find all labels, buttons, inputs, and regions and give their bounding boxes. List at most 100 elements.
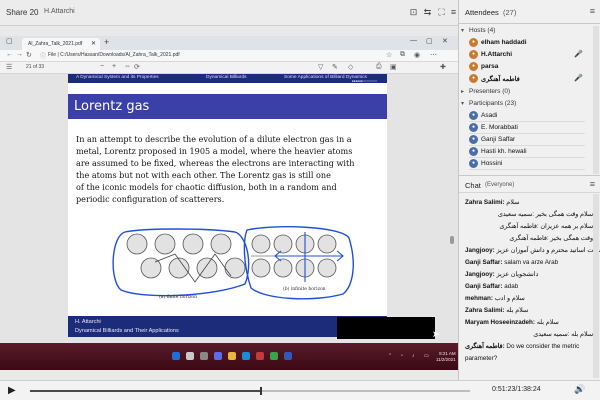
participants-section[interactable]: ▾ Participants (23) bbox=[461, 100, 589, 110]
participant-item[interactable]: ● Hossini bbox=[469, 159, 585, 170]
caption-infinite: (b) infinite horizon bbox=[283, 285, 326, 292]
page-indicator[interactable]: 21 of 33 bbox=[26, 64, 44, 70]
zoom-out-icon[interactable]: − bbox=[100, 63, 104, 70]
erase-icon[interactable]: ◇ bbox=[348, 63, 353, 71]
new-tab-icon[interactable]: + bbox=[104, 37, 109, 47]
task-view-icon[interactable] bbox=[200, 352, 208, 360]
clock-time: 8:21 AM bbox=[439, 351, 456, 356]
zoom-in-icon[interactable]: + bbox=[112, 63, 116, 70]
chat-message: Jangjooy: سلام خدمت اساتید محترم و دانش … bbox=[465, 247, 600, 254]
chat-message: Jangjooy: دانشجویان عزیز bbox=[465, 271, 593, 278]
profile-icon[interactable]: ◉ bbox=[414, 51, 420, 59]
chat-message: وقت همگی بخیر :فاطمه آهنگری bbox=[465, 235, 593, 242]
highlight-icon[interactable]: ✎ bbox=[332, 63, 338, 71]
print-icon[interactable]: ⎙ bbox=[376, 63, 382, 71]
toc-icon[interactable]: ☰ bbox=[6, 63, 12, 71]
seek-handle[interactable] bbox=[260, 387, 263, 395]
taskbar-clock[interactable]: 8:21 AM 11/2/2021 bbox=[436, 351, 456, 363]
sync-icon[interactable]: ⇆ bbox=[422, 7, 433, 17]
chat-text: سلام وقت همگی بخیر :سمیه سعیدی bbox=[497, 211, 593, 218]
nav-section-2[interactable]: Dynamical Billiards bbox=[206, 75, 247, 80]
wifi-icon[interactable]: ◔ bbox=[400, 353, 403, 359]
fit-page-icon[interactable]: ⇔ bbox=[124, 63, 131, 70]
fit-screen-icon[interactable]: ⊡ bbox=[408, 7, 419, 17]
slide-nav-header: A Dynamical System and its Properties Dy… bbox=[68, 74, 387, 83]
favorite-icon[interactable]: ☆ bbox=[386, 51, 392, 59]
chat-message: mehman: سلام و ادب bbox=[465, 295, 593, 302]
host-item[interactable]: ● parsa bbox=[469, 62, 585, 73]
host-item[interactable]: ● elham haddadi bbox=[469, 38, 585, 49]
host-item[interactable]: ● H.Attarchi 🎤 bbox=[469, 50, 585, 61]
forward-icon[interactable]: → bbox=[16, 51, 23, 58]
tab-actions-icon[interactable]: ▢ bbox=[6, 37, 13, 45]
chat-sender: Ganji Saffar: bbox=[465, 259, 503, 266]
volume-icon[interactable]: ♪ bbox=[412, 353, 415, 359]
chat-sender: Zahra Salimi: bbox=[465, 307, 505, 314]
collections-icon[interactable]: ⧉ bbox=[400, 51, 405, 59]
user-icon: ● bbox=[469, 135, 478, 144]
nav-section-1[interactable]: A Dynamical System and its Properties bbox=[76, 75, 159, 80]
save-icon[interactable]: ▣ bbox=[390, 63, 397, 71]
chat-sender: Zahra Salimi: bbox=[465, 199, 505, 206]
full-screen-icon[interactable]: ⛶ bbox=[436, 7, 447, 17]
word-icon[interactable] bbox=[284, 352, 292, 360]
pdf-scrollbar[interactable] bbox=[450, 236, 454, 244]
participants-label: Participants (23) bbox=[469, 100, 517, 107]
play-icon[interactable]: ▶ bbox=[8, 385, 16, 396]
slide-title: Lorentz gas bbox=[74, 99, 150, 114]
body-line: In an attempt to describe the evolution … bbox=[76, 134, 352, 144]
start-icon[interactable] bbox=[172, 352, 180, 360]
chat-text: سلام بله bbox=[506, 307, 529, 314]
pin-icon[interactable]: ✚ bbox=[440, 63, 446, 71]
nav-dots[interactable]: ●●●●●●○○○○○○○○ bbox=[352, 79, 378, 83]
chat-text: سلام بله :سمیه سعیدی bbox=[533, 331, 593, 338]
edge-icon[interactable] bbox=[242, 352, 250, 360]
host-item[interactable]: ● فاطمه آهنگری 🎤 bbox=[469, 74, 585, 85]
browser-tab[interactable]: Al_Zahra_Talk_2021.pdf ✕ bbox=[22, 38, 100, 50]
slide-body: In an attempt to describe the evolution … bbox=[76, 133, 381, 205]
footer-author: H. Attarchi bbox=[75, 319, 101, 325]
chat-text: adab bbox=[504, 283, 519, 290]
excel-icon[interactable] bbox=[270, 352, 278, 360]
maximize-icon[interactable]: ▢ bbox=[426, 37, 433, 45]
seek-bar[interactable] bbox=[30, 387, 470, 395]
pdf-app-icon[interactable] bbox=[256, 352, 264, 360]
chat-text: دانشجویان عزیز bbox=[496, 271, 539, 278]
windows-taskbar: ⌃ ◔ ♪ ▭ 8:21 AM 11/2/2021 bbox=[0, 343, 458, 370]
chat-menu-icon[interactable]: ≡ bbox=[590, 179, 595, 189]
chat-sender: Jangjooy: bbox=[465, 271, 495, 278]
teams-icon[interactable] bbox=[214, 352, 222, 360]
participant-item[interactable]: ● Ganji Saffar bbox=[469, 135, 585, 146]
reload-icon[interactable]: ↻ bbox=[26, 51, 32, 59]
attendees-scrollbar[interactable] bbox=[593, 26, 599, 174]
rotate-icon[interactable]: ⟳ bbox=[134, 63, 140, 71]
participant-item[interactable]: ● Hasti kh. hewali bbox=[469, 147, 585, 158]
tab-close-icon[interactable]: ✕ bbox=[91, 38, 96, 50]
volume-icon[interactable]: 🔊 bbox=[574, 384, 585, 395]
pdf-viewer[interactable]: A Dynamical System and its Properties Dy… bbox=[0, 74, 458, 349]
back-icon[interactable]: ← bbox=[6, 51, 13, 58]
participant-item[interactable]: ● Asadi bbox=[469, 111, 585, 122]
user-icon: ● bbox=[469, 123, 478, 132]
expand-icon[interactable]: ▸ bbox=[461, 88, 464, 95]
window-close-icon[interactable]: ✕ bbox=[442, 37, 448, 45]
collapse-icon[interactable]: ▾ bbox=[461, 100, 464, 107]
battery-icon[interactable]: ▭ bbox=[424, 353, 429, 359]
url-text[interactable]: File | C:/Users/Hassan/Downloads/Al_Zahr… bbox=[48, 52, 180, 58]
footer-deck-title: Dynamical Billiards and Their Applicatio… bbox=[75, 328, 179, 334]
tray-chevron-icon[interactable]: ⌃ bbox=[388, 353, 392, 359]
chat-scrollbar[interactable] bbox=[593, 194, 599, 378]
file-explorer-icon[interactable] bbox=[228, 352, 236, 360]
hosts-section[interactable]: ▾ Hosts (4) bbox=[461, 27, 589, 37]
chat-text: سلام و ادب bbox=[494, 295, 525, 302]
draw-icon[interactable]: ▽ bbox=[318, 63, 323, 71]
search-icon[interactable] bbox=[186, 352, 194, 360]
minimize-icon[interactable]: — bbox=[410, 37, 417, 44]
body-line: of the iconic models for chaotic diffusi… bbox=[76, 182, 337, 192]
clock-date: 11/2/2021 bbox=[436, 357, 456, 362]
presenters-section[interactable]: ▸ Presenters (0) bbox=[461, 88, 589, 98]
collapse-icon[interactable]: ▾ bbox=[461, 27, 464, 34]
more-menu-icon[interactable]: ⋯ bbox=[430, 51, 437, 59]
attendees-menu-icon[interactable]: ≡ bbox=[590, 6, 595, 16]
participant-item[interactable]: ● E. Morabbati bbox=[469, 123, 585, 134]
